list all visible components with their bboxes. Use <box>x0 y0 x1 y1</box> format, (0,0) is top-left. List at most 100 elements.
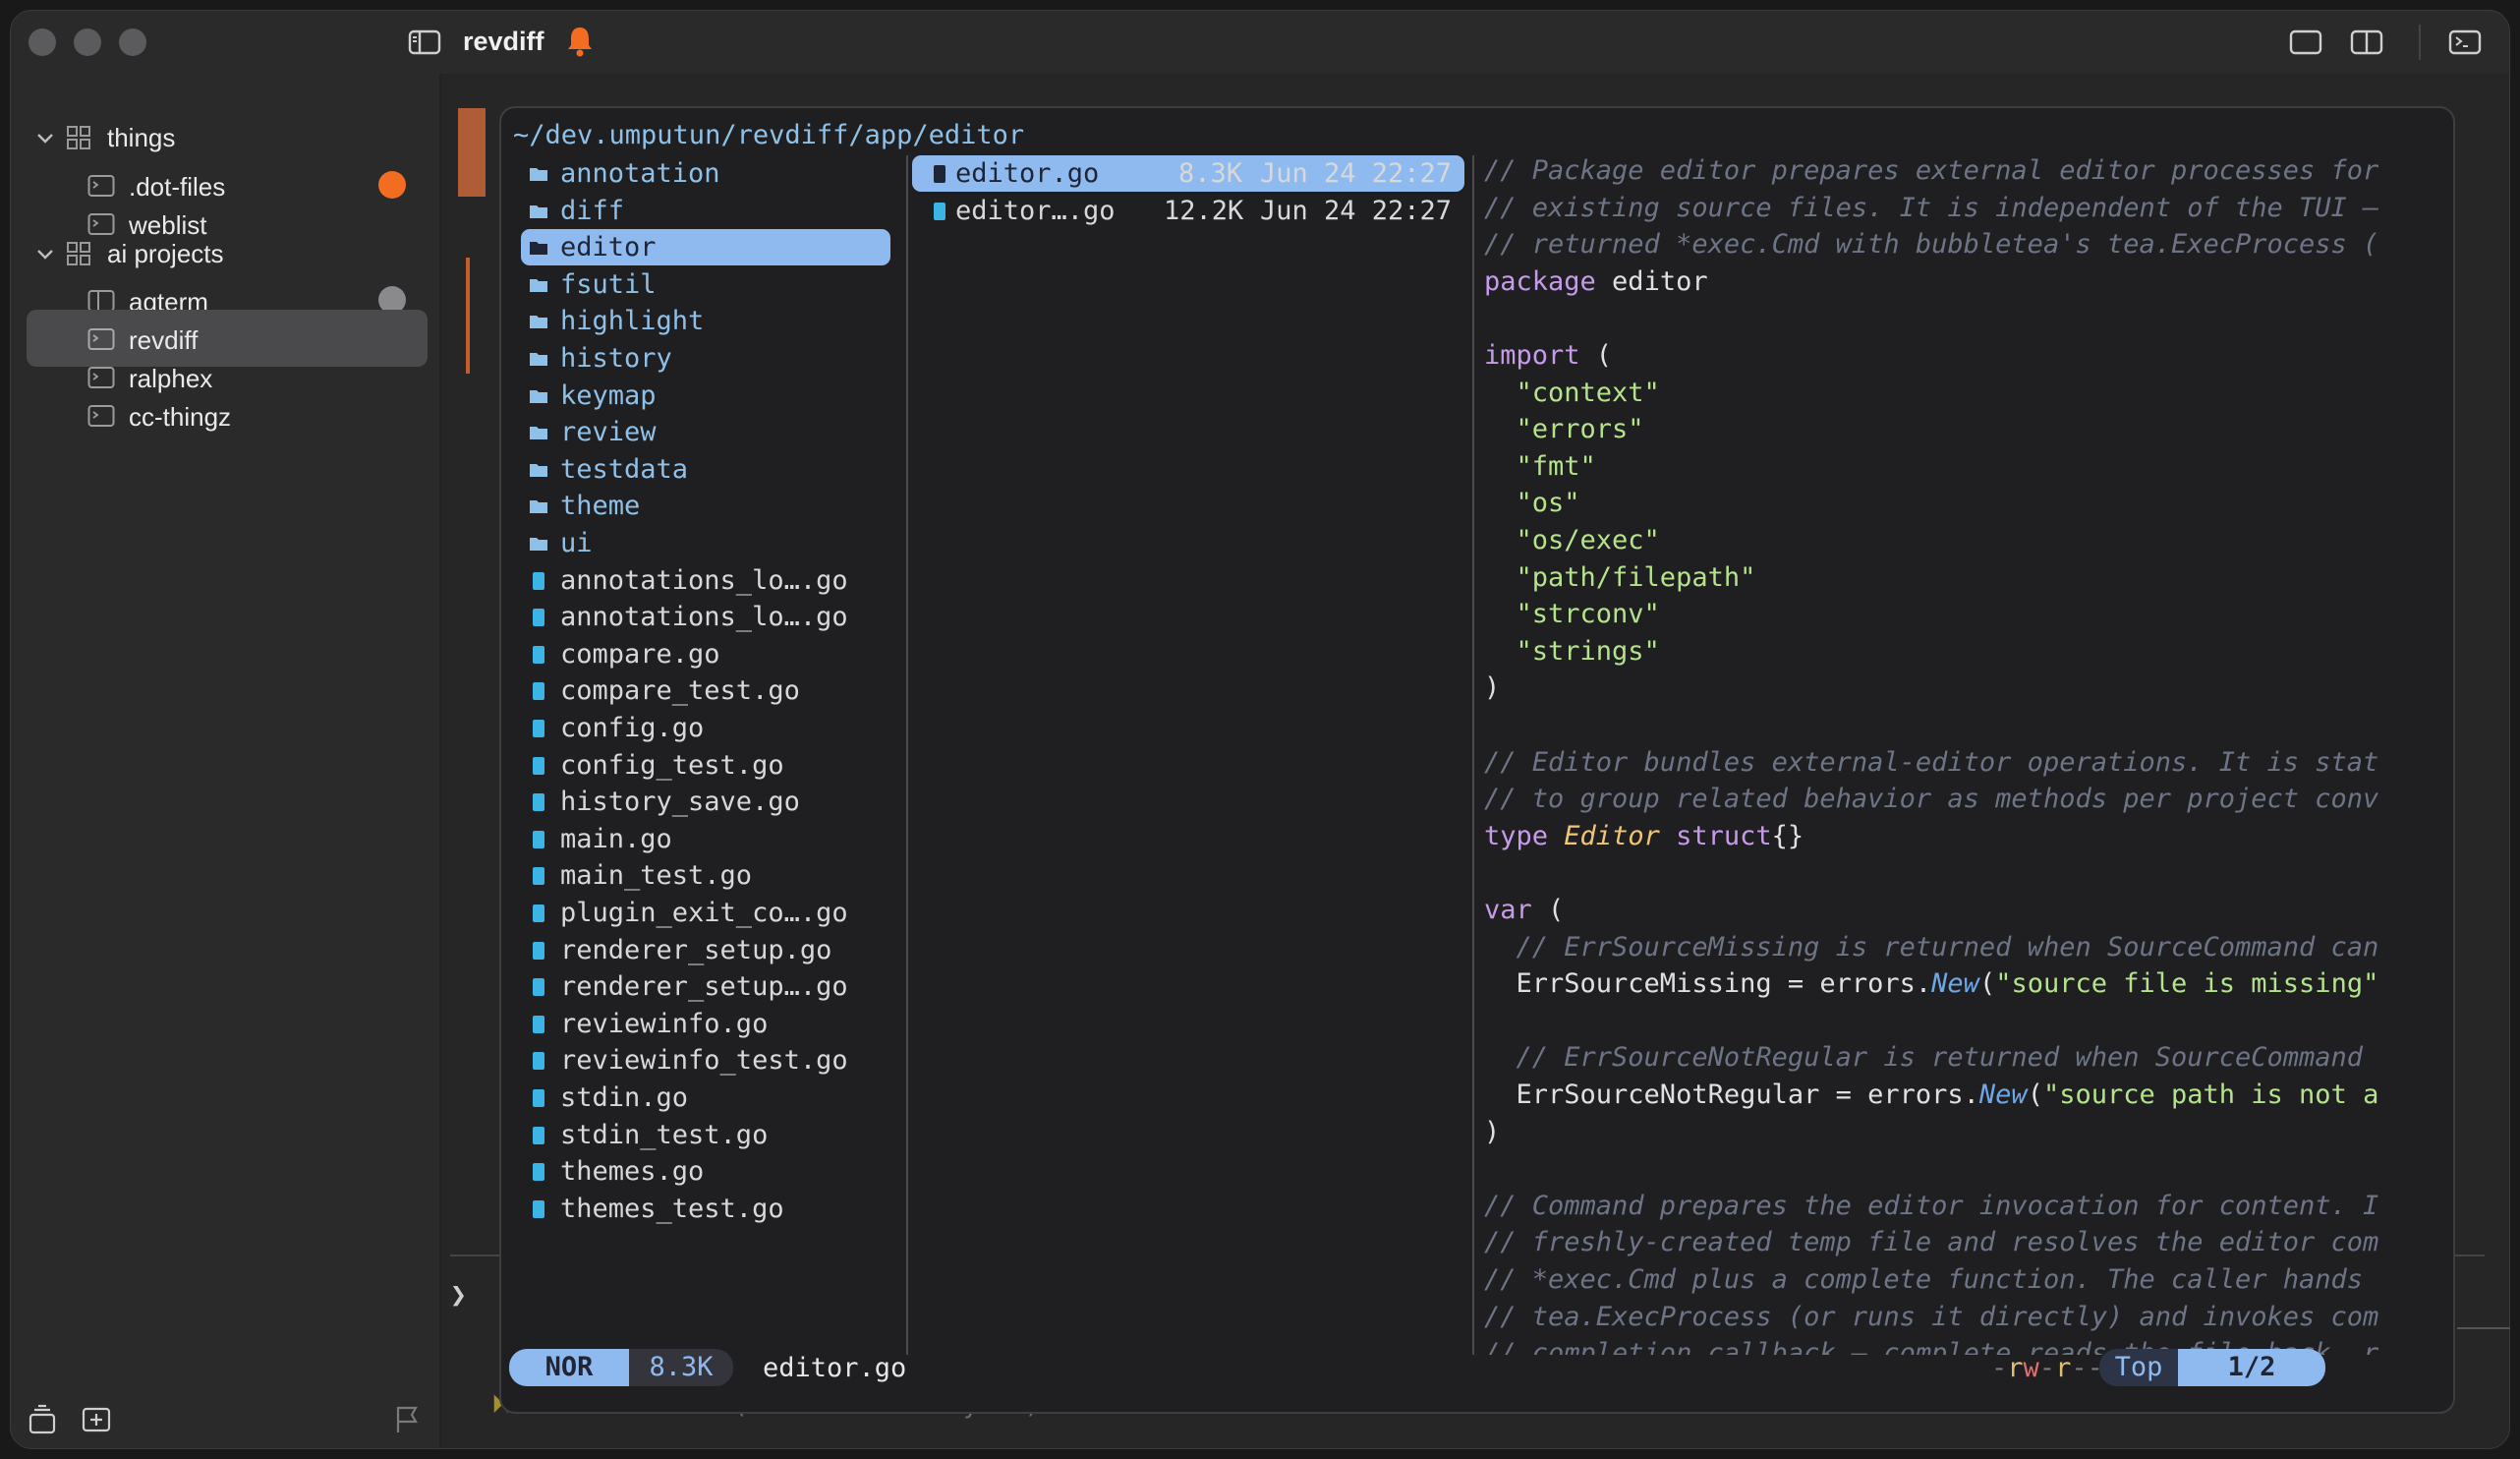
entry-name: stdin_test.go <box>560 1119 769 1150</box>
file-entry[interactable]: stdin_test.go <box>501 1117 904 1153</box>
sidebar-item-cc-thingz[interactable]: cc-thingz <box>27 386 428 443</box>
go-file-icon <box>533 571 544 590</box>
go-file-icon <box>533 1052 544 1071</box>
file-entry[interactable]: stdin.go <box>501 1080 904 1116</box>
terminal-decoration <box>458 108 486 197</box>
new-workspace-icon[interactable] <box>27 1403 60 1436</box>
directory-entry[interactable]: fsutil <box>501 266 904 303</box>
directory-entry[interactable]: history <box>501 340 904 377</box>
directory-entry[interactable]: ui <box>501 525 904 561</box>
terminal-icon[interactable] <box>2448 27 2482 58</box>
code-token: editor <box>1595 265 1708 297</box>
go-file-icon <box>934 165 945 183</box>
terminal-rule <box>2457 1327 2510 1329</box>
entry-name: main_test.go <box>560 860 753 892</box>
folder-icon <box>530 538 547 551</box>
code-token: // freshly-created temp file and resolve… <box>1484 1227 2379 1258</box>
chevron-down-icon[interactable] <box>34 243 56 264</box>
sidebar-toggle-icon[interactable] <box>408 29 441 56</box>
file-entry[interactable]: reviewinfo.go <box>501 1006 904 1042</box>
go-file-icon <box>533 830 544 848</box>
go-file-icon <box>533 1015 544 1033</box>
code-token: import <box>1484 340 1580 371</box>
code-line: ) <box>1484 1117 1500 1153</box>
directory-entry[interactable]: theme <box>501 488 904 524</box>
code-token: "fmt" <box>1484 450 1596 482</box>
file-entry[interactable]: config.go <box>501 710 904 746</box>
sidebar-group-label: ai projects <box>107 239 224 268</box>
code-token: New <box>1978 1080 2028 1110</box>
code-token: // existing source files. It is independ… <box>1484 192 2379 223</box>
flag-icon[interactable] <box>390 1403 424 1436</box>
code-line: // existing source files. It is independ… <box>1484 193 2378 229</box>
go-file-icon <box>533 609 544 627</box>
directory-entry[interactable]: diff <box>501 193 904 229</box>
entry-size: 8.3K <box>1177 158 1242 189</box>
close-window-button[interactable] <box>29 29 56 56</box>
entry-name: reviewinfo_test.go <box>560 1045 848 1077</box>
split-pane-icon[interactable] <box>2350 27 2383 58</box>
minimize-window-button[interactable] <box>74 29 101 56</box>
code-line: // ErrSourceNotRegular is returned when … <box>1484 1042 2364 1079</box>
file-entry[interactable]: compare.go <box>501 636 904 672</box>
file-entry[interactable]: themes.go <box>501 1153 904 1190</box>
code-token: // Package editor prepares external edit… <box>1484 155 2379 186</box>
file-entry[interactable]: renderer_setup.go <box>501 932 904 968</box>
directory-entry[interactable]: editor <box>521 229 890 266</box>
sidebar-group-things[interactable]: things <box>11 113 439 162</box>
code-token: "os/exec" <box>1484 525 1660 555</box>
code-line: type Editor struct{} <box>1484 821 1804 857</box>
zoom-window-button[interactable] <box>119 29 146 56</box>
status-line: NOR 8.3K editor.go -rw-r--r-- Top 1/2 <box>501 1345 2453 1390</box>
file-manager-popup[interactable]: ~/dev.umputun/revdiff/app/editor annotat… <box>499 106 2455 1414</box>
code-line: "path/filepath" <box>1484 562 1756 599</box>
code-token: "strings" <box>1484 635 1660 667</box>
permission-char: r <box>2007 1353 2024 1383</box>
code-line: // ErrSourceMissing is returned when Sou… <box>1484 931 2379 968</box>
code-token: type <box>1484 820 1549 851</box>
directory-entry[interactable]: review <box>501 414 904 450</box>
single-pane-icon[interactable] <box>2289 27 2322 58</box>
code-line: "strings" <box>1484 636 1660 672</box>
file-entry[interactable]: renderer_setup….go <box>501 968 904 1005</box>
entry-name: annotation <box>560 158 720 189</box>
code-line: package editor <box>1484 266 1708 303</box>
directory-entry[interactable]: testdata <box>501 451 904 488</box>
file-entry[interactable]: themes_test.go <box>501 1191 904 1227</box>
code-line: import ( <box>1484 340 1612 377</box>
code-line: "os/exec" <box>1484 525 1660 561</box>
file-preview[interactable]: // Package editor prepares external edit… <box>1484 155 2453 1355</box>
directory-entry[interactable]: keymap <box>501 378 904 414</box>
file-entry[interactable]: plugin_exit_co….go <box>501 895 904 931</box>
entry-name: ui <box>560 528 593 558</box>
entry-name: highlight <box>560 306 705 337</box>
directory-entry[interactable]: highlight <box>501 303 904 339</box>
code-line: ) <box>1484 672 1500 709</box>
code-token: struct <box>1676 820 1772 851</box>
entry-name: diff <box>560 195 625 226</box>
permission-char: w <box>2023 1353 2039 1383</box>
file-size: 8.3K <box>629 1349 733 1386</box>
file-entry[interactable]: reviewinfo_test.go <box>501 1042 904 1079</box>
chevron-down-icon[interactable] <box>34 127 56 148</box>
file-entry[interactable]: main_test.go <box>501 857 904 894</box>
code-token: ( <box>1531 895 1565 925</box>
file-entry[interactable]: compare_test.go <box>501 672 904 709</box>
bell-icon[interactable] <box>565 25 595 58</box>
file-entry[interactable]: history_save.go <box>501 784 904 820</box>
code-line: "os" <box>1484 488 1580 524</box>
code-token: // ErrSourceMissing is returned when Sou… <box>1484 931 2379 963</box>
directory-entry[interactable]: annotation <box>501 155 904 192</box>
file-entry[interactable]: editor….go 12.2K Jun 24 22:27 <box>912 193 1464 229</box>
file-entry[interactable]: config_test.go <box>501 747 904 784</box>
code-line: "fmt" <box>1484 451 1596 488</box>
file-entry[interactable]: main.go <box>501 821 904 857</box>
folder-icon <box>530 427 547 440</box>
code-token: // ErrSourceNotRegular is returned when … <box>1484 1042 2364 1074</box>
go-file-icon <box>533 978 544 997</box>
file-entry[interactable]: annotations_lo….go <box>501 599 904 635</box>
code-line: // Command prepares the editor invocatio… <box>1484 1191 2378 1227</box>
file-entry[interactable]: editor.go 8.3K Jun 24 22:27 <box>912 155 1464 192</box>
file-entry[interactable]: annotations_lo….go <box>501 562 904 599</box>
add-tab-icon[interactable] <box>80 1403 113 1436</box>
